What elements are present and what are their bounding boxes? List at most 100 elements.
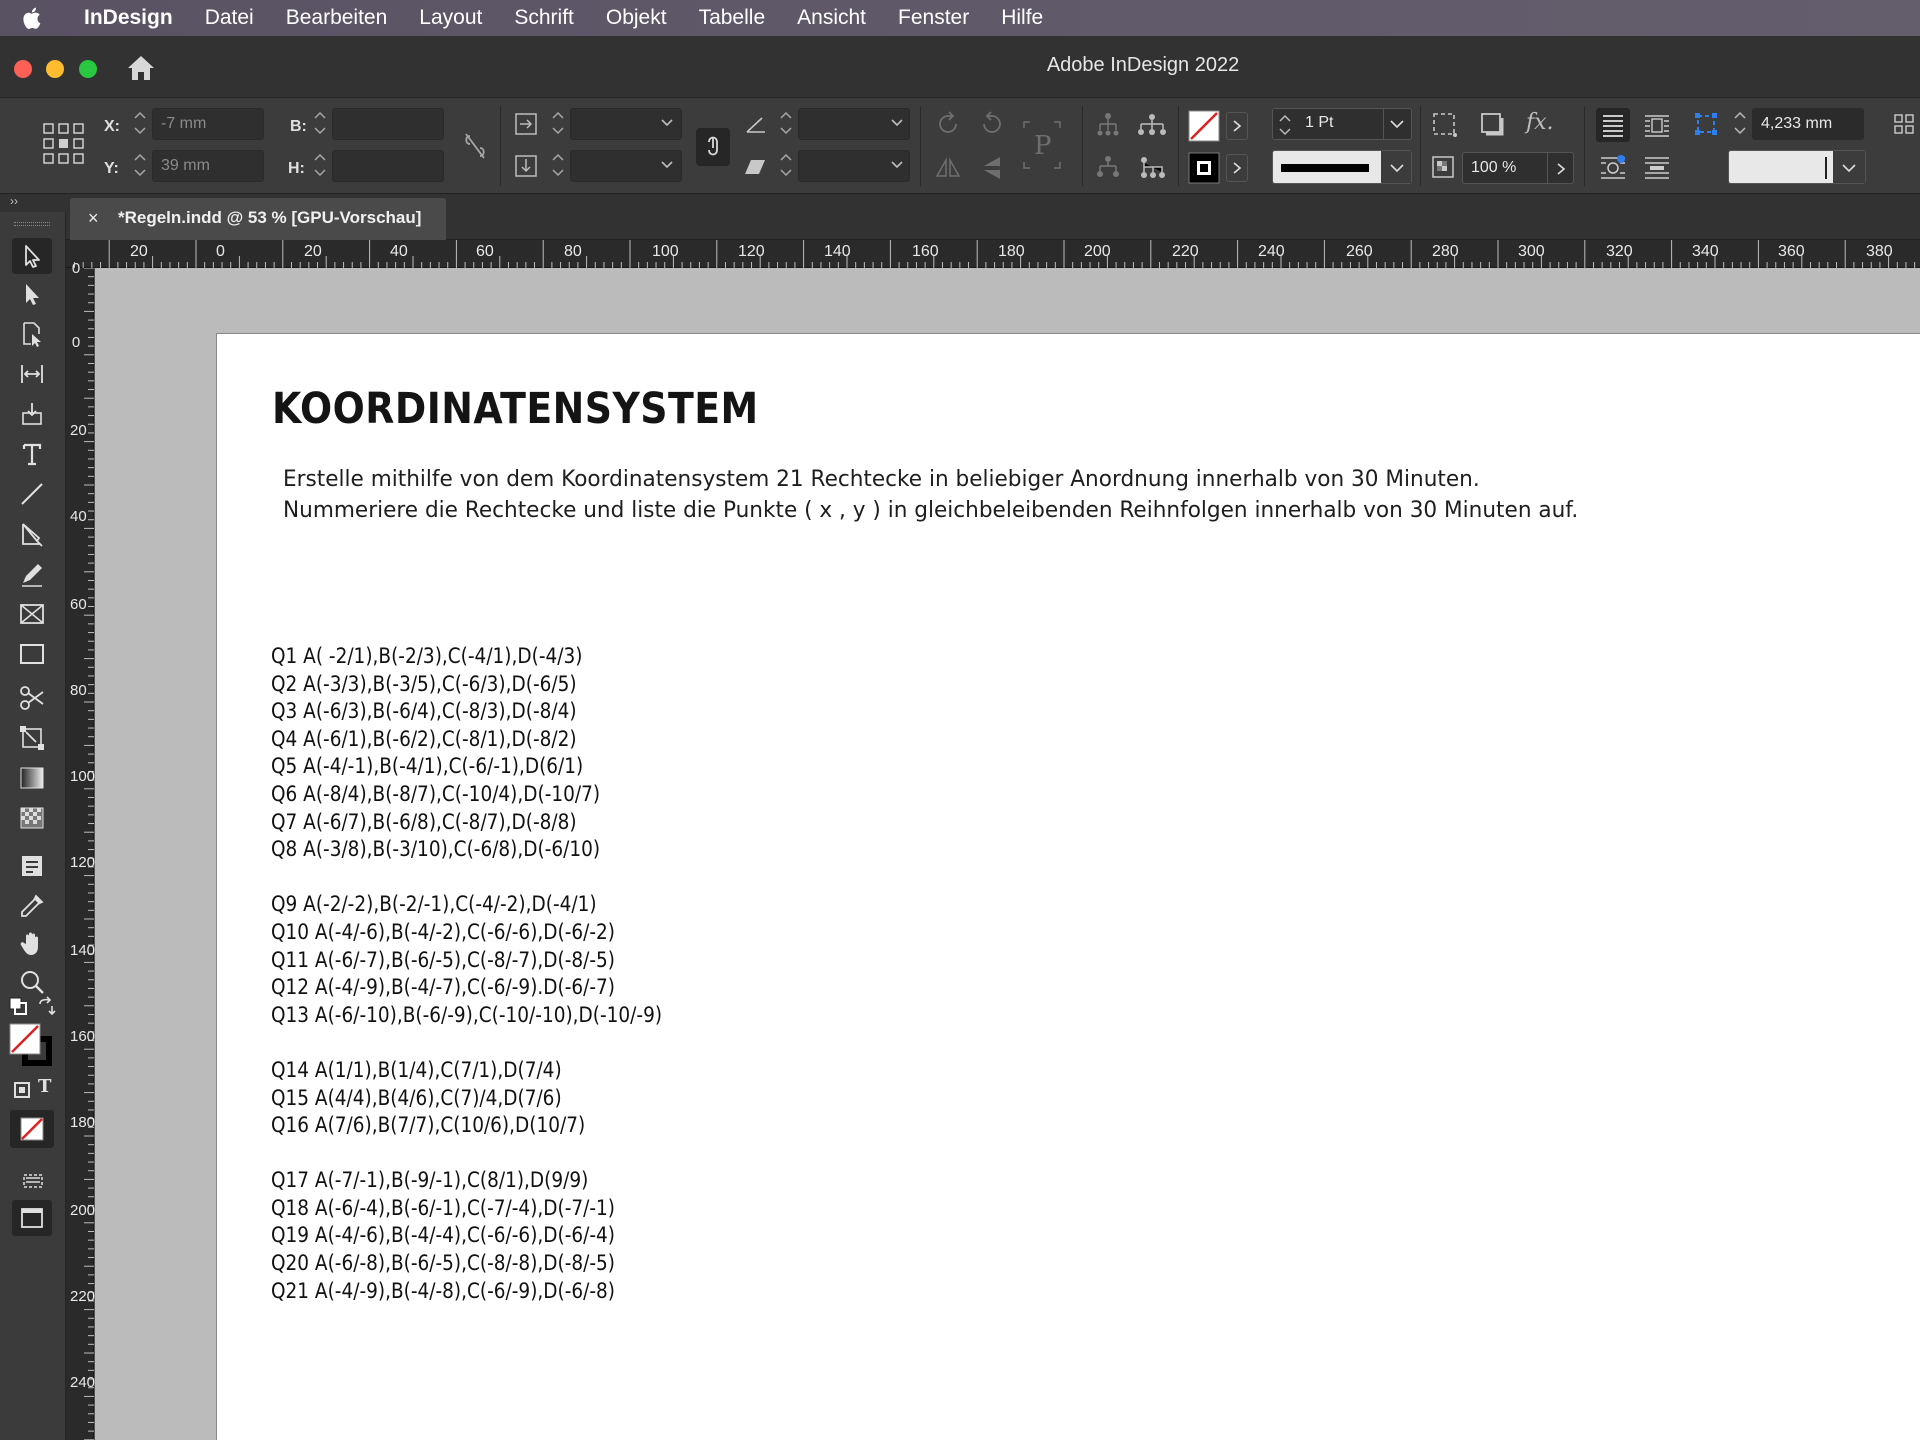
rotate-ccw-icon[interactable] <box>978 110 1006 143</box>
rotate-stepper-icon[interactable] <box>778 108 794 138</box>
apply-none-icon[interactable] <box>10 1110 54 1148</box>
menu-schrift[interactable]: Schrift <box>498 6 590 30</box>
menu-fenster[interactable]: Fenster <box>882 6 985 30</box>
y-stepper-icon[interactable] <box>132 150 148 180</box>
stroke-type-dropdown[interactable] <box>1272 150 1412 184</box>
shear-angle-icon[interactable] <box>744 156 768 183</box>
opacity-value[interactable]: 100 % <box>1471 159 1516 177</box>
select-content-icon[interactable] <box>1136 154 1168 185</box>
flip-vertical-icon[interactable] <box>978 154 1006 187</box>
stroke-swatch[interactable] <box>1188 152 1220 189</box>
flip-horizontal-icon[interactable] <box>934 154 962 187</box>
gradient-feather-tool-icon[interactable] <box>12 800 52 836</box>
wrap-contour-dropdown-icon[interactable] <box>1841 163 1857 175</box>
rotate-dropdown-icon[interactable] <box>890 118 904 128</box>
stroke-weight-control[interactable]: 1 Pt <box>1272 108 1412 140</box>
more-options-icon[interactable] <box>1892 112 1916 141</box>
constrain-scale-link-icon[interactable] <box>696 128 730 166</box>
scale-x-stepper-icon[interactable] <box>550 108 566 138</box>
menu-tabelle[interactable]: Tabelle <box>683 6 782 30</box>
document-page[interactable]: KOORDINATENSYSTEM Erstelle mithilfe von … <box>216 333 1920 1440</box>
select-container-icon[interactable] <box>1094 154 1122 185</box>
gradient-swatch-tool-icon[interactable] <box>12 760 52 796</box>
window-maximize-button[interactable] <box>79 60 97 78</box>
pencil-tool-icon[interactable] <box>12 556 52 592</box>
intro-line-1[interactable]: Erstelle mithilfe von dem Koordinatensys… <box>283 466 1480 492</box>
text-wrap-none-icon[interactable] <box>1596 108 1630 142</box>
page-tool-icon[interactable] <box>12 316 52 352</box>
free-transform-tool-icon[interactable] <box>12 720 52 756</box>
scale-x-dropdown-icon[interactable] <box>660 118 674 128</box>
y-position-field[interactable]: 39 mm <box>152 150 264 182</box>
coordinate-list[interactable]: Q1 A( -2/1),B(-2/3),C(-4/1),D(-4/3) Q2 A(… <box>271 643 662 1333</box>
text-wrap-jump-icon[interactable] <box>1640 150 1674 189</box>
stroke-weight-dropdown-icon[interactable] <box>1389 119 1405 131</box>
fill-none-swatch[interactable] <box>1188 110 1220 147</box>
fill-swatch-menu-button[interactable] <box>1226 112 1248 140</box>
rectangle-frame-tool-icon[interactable] <box>12 596 52 632</box>
offset-icon[interactable] <box>1692 110 1720 143</box>
offset-field[interactable]: 4,233 mm <box>1752 108 1864 140</box>
stroke-swatch-menu-button[interactable] <box>1226 154 1248 182</box>
opacity-slider-icon[interactable] <box>1553 160 1569 178</box>
formatting-container-icon[interactable] <box>12 1080 32 1105</box>
type-tool-icon[interactable] <box>12 436 52 472</box>
opacity-icon[interactable] <box>1430 154 1456 185</box>
menu-bearbeiten[interactable]: Bearbeiten <box>270 6 404 30</box>
menu-app-indesign[interactable]: InDesign <box>66 6 189 30</box>
scale-x-icon[interactable] <box>514 112 538 141</box>
rotate-angle-icon[interactable] <box>744 114 768 141</box>
window-close-button[interactable] <box>14 60 32 78</box>
default-fill-stroke-icon[interactable] <box>8 996 28 1021</box>
panel-grip[interactable] <box>14 222 50 226</box>
swap-fill-stroke-icon[interactable] <box>36 996 56 1021</box>
window-minimize-button[interactable] <box>46 60 64 78</box>
gap-tool-icon[interactable] <box>12 356 52 392</box>
height-stepper-icon[interactable] <box>312 150 328 180</box>
tab-close-button[interactable]: × <box>88 198 99 238</box>
apple-icon[interactable] <box>22 6 66 30</box>
hand-tool-icon[interactable] <box>12 926 52 962</box>
menu-datei[interactable]: Datei <box>189 6 270 30</box>
constrain-proportions-icon[interactable] <box>462 132 488 165</box>
formatting-text-icon[interactable]: T <box>38 1076 51 1097</box>
menu-layout[interactable]: Layout <box>403 6 498 30</box>
drop-shadow-icon[interactable] <box>1478 110 1508 145</box>
auto-fit-frame-icon[interactable] <box>1430 110 1460 145</box>
scale-y-icon[interactable] <box>514 154 538 183</box>
tab-regeln-indd[interactable]: × *Regeln.indd @ 53 % [GPU-Vorschau] <box>70 198 446 240</box>
menu-objekt[interactable]: Objekt <box>590 6 683 30</box>
shear-stepper-icon[interactable] <box>778 150 794 180</box>
pen-tool-icon[interactable] <box>12 516 52 552</box>
screen-mode-icon[interactable] <box>12 1162 52 1198</box>
page-title[interactable]: KOORDINATENSYSTEM <box>272 384 759 434</box>
opacity-control[interactable]: 100 % <box>1462 152 1574 184</box>
stroke-weight-value[interactable]: 1 Pt <box>1305 114 1333 132</box>
direct-selection-tool-icon[interactable] <box>12 276 52 312</box>
distribute-icon[interactable] <box>1136 112 1168 143</box>
home-icon[interactable] <box>126 54 156 82</box>
zoom-tool-icon[interactable] <box>12 964 52 1000</box>
line-tool-icon[interactable] <box>12 476 52 512</box>
fill-stroke-swatches[interactable] <box>8 1022 56 1075</box>
panel-collapse-toggle[interactable]: ›› <box>10 194 18 208</box>
effects-fx-icon[interactable]: fx. <box>1526 110 1554 135</box>
x-position-field[interactable]: -7 mm <box>152 108 264 140</box>
rotate-cw-icon[interactable] <box>934 110 962 143</box>
rectangle-tool-icon[interactable] <box>12 636 52 672</box>
text-wrap-object-icon[interactable] <box>1596 150 1630 189</box>
scale-y-dropdown-icon[interactable] <box>660 160 674 170</box>
intro-line-2[interactable]: Nummeriere die Rechtecke und liste die P… <box>283 497 1578 523</box>
scale-y-stepper-icon[interactable] <box>550 150 566 180</box>
x-stepper-icon[interactable] <box>132 108 148 138</box>
selection-tool-icon[interactable] <box>12 238 52 274</box>
stroke-weight-stepper-icon[interactable] <box>1277 111 1293 139</box>
scissors-tool-icon[interactable] <box>12 680 52 716</box>
eyedropper-tool-icon[interactable] <box>12 888 52 924</box>
content-collector-tool-icon[interactable] <box>12 396 52 432</box>
vertical-ruler[interactable]: 0 0 20 40 60 80 100 120 140 160 180 200 … <box>66 261 95 1440</box>
stroke-type-dropdown-icon[interactable] <box>1389 163 1405 175</box>
height-field[interactable] <box>332 150 444 182</box>
preview-mode-icon[interactable] <box>12 1200 52 1236</box>
shear-dropdown-icon[interactable] <box>890 160 904 170</box>
